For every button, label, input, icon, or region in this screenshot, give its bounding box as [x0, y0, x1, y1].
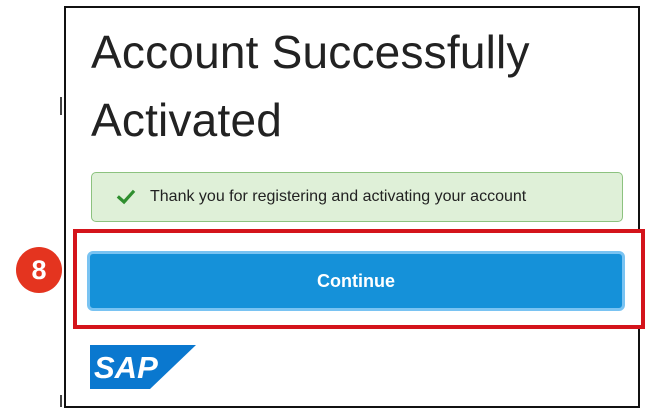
check-icon	[116, 187, 136, 207]
sap-logo: SAP	[90, 345, 196, 389]
screenshot-page: Account Successfully Activated Thank you…	[0, 0, 646, 411]
step-badge: 8	[16, 247, 62, 293]
page-title: Account Successfully Activated	[91, 26, 530, 146]
panel-edge-mark	[60, 97, 62, 115]
sap-logo-text: SAP	[94, 350, 158, 385]
continue-button[interactable]: Continue	[87, 251, 625, 311]
success-message: Thank you for registering and activating…	[91, 172, 623, 222]
panel-edge-mark-bottom	[60, 395, 62, 407]
success-message-text: Thank you for registering and activating…	[150, 188, 527, 205]
